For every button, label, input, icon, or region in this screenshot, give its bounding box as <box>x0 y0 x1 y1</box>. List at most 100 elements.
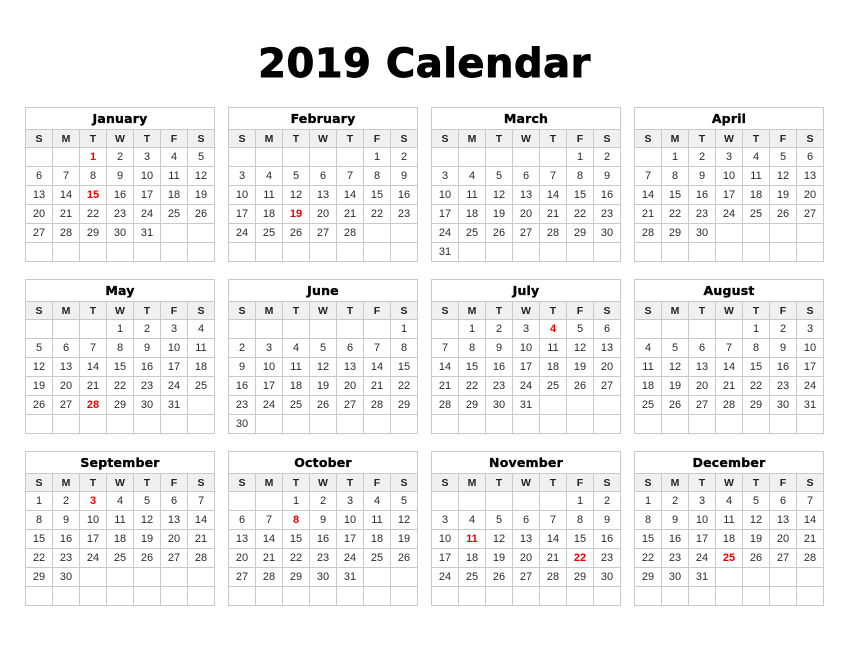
day-cell[interactable]: 1 <box>458 319 486 339</box>
day-cell[interactable]: 7 <box>187 491 215 511</box>
day-cell[interactable]: 12 <box>742 510 770 530</box>
day-cell[interactable]: 6 <box>688 338 716 358</box>
day-cell[interactable]: 19 <box>769 185 797 205</box>
day-cell[interactable]: 4 <box>160 147 188 167</box>
day-cell[interactable]: 19 <box>25 376 53 396</box>
day-cell[interactable]: 31 <box>336 567 364 587</box>
day-cell[interactable]: 23 <box>309 548 337 568</box>
day-cell[interactable]: 25 <box>458 223 486 243</box>
day-cell[interactable]: 20 <box>228 548 256 568</box>
day-cell[interactable]: 22 <box>566 204 594 224</box>
day-cell[interactable]: 30 <box>688 223 716 243</box>
day-cell[interactable]: 9 <box>390 166 418 186</box>
day-cell[interactable]: 18 <box>742 185 770 205</box>
day-cell[interactable]: 12 <box>769 166 797 186</box>
day-cell[interactable]: 7 <box>539 510 567 530</box>
day-cell[interactable]: 14 <box>363 357 391 377</box>
day-cell[interactable]: 7 <box>363 338 391 358</box>
day-cell[interactable]: 20 <box>25 204 53 224</box>
day-cell[interactable]: 26 <box>390 548 418 568</box>
day-cell[interactable]: 7 <box>539 166 567 186</box>
day-cell[interactable]: 17 <box>228 204 256 224</box>
day-cell[interactable]: 12 <box>566 338 594 358</box>
day-cell[interactable]: 16 <box>769 357 797 377</box>
day-cell[interactable]: 13 <box>160 510 188 530</box>
day-cell[interactable]: 31 <box>160 395 188 415</box>
day-cell[interactable]: 12 <box>661 357 689 377</box>
day-cell[interactable]: 10 <box>336 510 364 530</box>
day-cell[interactable]: 25 <box>458 567 486 587</box>
day-cell[interactable]: 18 <box>255 204 283 224</box>
day-cell[interactable]: 15 <box>390 357 418 377</box>
day-cell[interactable]: 21 <box>52 204 80 224</box>
day-cell[interactable]: 8 <box>634 510 662 530</box>
day-cell[interactable]: 23 <box>593 204 621 224</box>
day-cell[interactable]: 23 <box>106 204 134 224</box>
day-cell[interactable]: 20 <box>512 548 540 568</box>
day-cell[interactable]: 6 <box>25 166 53 186</box>
day-cell[interactable]: 17 <box>431 204 459 224</box>
day-cell[interactable]: 11 <box>160 166 188 186</box>
day-cell[interactable]: 15 <box>566 529 594 549</box>
day-cell[interactable]: 16 <box>593 529 621 549</box>
day-cell[interactable]: 18 <box>539 357 567 377</box>
day-cell[interactable]: 5 <box>390 491 418 511</box>
day-cell[interactable]: 9 <box>593 166 621 186</box>
day-cell[interactable]: 6 <box>769 491 797 511</box>
day-cell[interactable]: 28 <box>539 567 567 587</box>
day-cell[interactable]: 13 <box>593 338 621 358</box>
day-cell[interactable]: 26 <box>25 395 53 415</box>
day-cell[interactable]: 26 <box>309 395 337 415</box>
day-cell[interactable]: 25 <box>363 548 391 568</box>
day-cell[interactable]: 24 <box>796 376 824 396</box>
day-cell[interactable]: 20 <box>688 376 716 396</box>
day-cell[interactable]: 25 <box>160 204 188 224</box>
day-cell[interactable]: 16 <box>390 185 418 205</box>
day-cell[interactable]: 2 <box>309 491 337 511</box>
day-cell[interactable]: 8 <box>106 338 134 358</box>
day-cell[interactable]: 17 <box>160 357 188 377</box>
day-cell[interactable]: 27 <box>796 204 824 224</box>
day-cell[interactable]: 20 <box>160 529 188 549</box>
day-cell[interactable]: 17 <box>79 529 107 549</box>
day-cell[interactable]: 5 <box>566 319 594 339</box>
day-cell[interactable]: 2 <box>661 491 689 511</box>
day-cell[interactable]: 12 <box>485 185 513 205</box>
day-cell[interactable]: 1 <box>634 491 662 511</box>
day-cell[interactable]: 29 <box>742 395 770 415</box>
day-cell[interactable]: 29 <box>79 223 107 243</box>
day-cell[interactable]: 5 <box>661 338 689 358</box>
day-cell[interactable]: 8 <box>566 166 594 186</box>
day-cell[interactable]: 28 <box>336 223 364 243</box>
day-cell[interactable]: 18 <box>187 357 215 377</box>
day-cell[interactable]: 12 <box>485 529 513 549</box>
day-cell[interactable]: 28 <box>187 548 215 568</box>
day-cell[interactable]: 18 <box>458 204 486 224</box>
day-cell[interactable]: 9 <box>133 338 161 358</box>
day-cell[interactable]: 12 <box>187 166 215 186</box>
day-cell[interactable]: 30 <box>769 395 797 415</box>
day-cell[interactable]: 17 <box>688 529 716 549</box>
day-cell[interactable]: 18 <box>363 529 391 549</box>
day-cell[interactable]: 5 <box>133 491 161 511</box>
day-cell[interactable]: 27 <box>160 548 188 568</box>
day-cell[interactable]: 28 <box>255 567 283 587</box>
day-cell[interactable]: 3 <box>688 491 716 511</box>
day-cell[interactable]: 10 <box>512 338 540 358</box>
day-cell[interactable]: 16 <box>309 529 337 549</box>
day-cell[interactable]: 31 <box>512 395 540 415</box>
day-cell[interactable]: 30 <box>485 395 513 415</box>
day-cell[interactable]: 22 <box>458 376 486 396</box>
day-cell[interactable]: 15 <box>458 357 486 377</box>
day-cell[interactable]: 21 <box>539 204 567 224</box>
day-cell[interactable]: 5 <box>769 147 797 167</box>
day-cell[interactable]: 13 <box>796 166 824 186</box>
day-cell[interactable]: 12 <box>282 185 310 205</box>
day-cell[interactable]: 27 <box>336 395 364 415</box>
day-cell[interactable]: 11 <box>458 185 486 205</box>
day-cell[interactable]: 25 <box>634 395 662 415</box>
day-cell[interactable]: 17 <box>715 185 743 205</box>
day-cell[interactable]: 6 <box>228 510 256 530</box>
day-cell[interactable]: 26 <box>485 567 513 587</box>
day-cell[interactable]: 18 <box>282 376 310 396</box>
